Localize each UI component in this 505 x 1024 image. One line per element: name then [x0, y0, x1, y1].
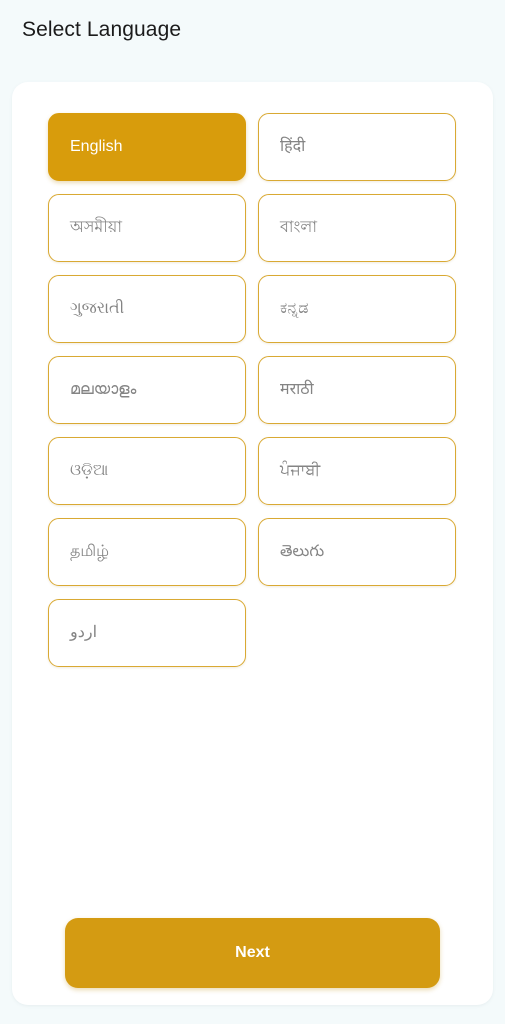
next-button[interactable]: Next [65, 918, 440, 988]
language-option-label: हिंदी [280, 138, 306, 156]
language-option-label: ଓଡ଼ିଆ [70, 462, 109, 480]
language-grid: English हिंदी অসমীয়া বাংলা ગુજરાતી ಕನ್ನಡ മലയാ… [48, 113, 457, 667]
language-option[interactable]: ਪੰਜਾਬੀ [258, 437, 456, 505]
page-title: Select Language [22, 18, 182, 41]
language-selection-card: English हिंदी অসমীয়া বাংলা ગુજરાતી ಕನ್ನಡ മലയാ… [12, 82, 493, 1005]
language-option[interactable]: मराठी [258, 356, 456, 424]
language-option-label: বাংলা [280, 219, 317, 237]
language-option[interactable]: English [48, 113, 246, 181]
language-option-label: ಕನ್ನಡ [280, 300, 309, 318]
language-option[interactable]: اردو [48, 599, 246, 667]
language-option[interactable]: ગુજરાતી [48, 275, 246, 343]
language-option[interactable]: తెలుగు [258, 518, 456, 586]
language-option[interactable]: অসমীয়া [48, 194, 246, 262]
language-option[interactable]: ಕನ್ನಡ [258, 275, 456, 343]
language-option-label: ગુજરાતી [70, 300, 125, 318]
language-option-label: অসমীয়া [70, 219, 122, 237]
language-option-label: తెలుగు [280, 543, 325, 561]
language-option[interactable]: മലയാളം [48, 356, 246, 424]
language-option-label: ਪੰਜਾਬੀ [280, 462, 321, 480]
language-option-label: English [70, 138, 123, 156]
language-option[interactable]: বাংলা [258, 194, 456, 262]
language-option-label: اردو [70, 624, 98, 642]
language-option-label: தமிழ் [70, 543, 110, 561]
language-option-label: മലയാളം [70, 381, 137, 399]
language-option[interactable]: हिंदी [258, 113, 456, 181]
language-option-label: मराठी [280, 381, 314, 399]
language-option[interactable]: தமிழ் [48, 518, 246, 586]
language-option[interactable]: ଓଡ଼ିଆ [48, 437, 246, 505]
next-button-label: Next [235, 944, 270, 961]
